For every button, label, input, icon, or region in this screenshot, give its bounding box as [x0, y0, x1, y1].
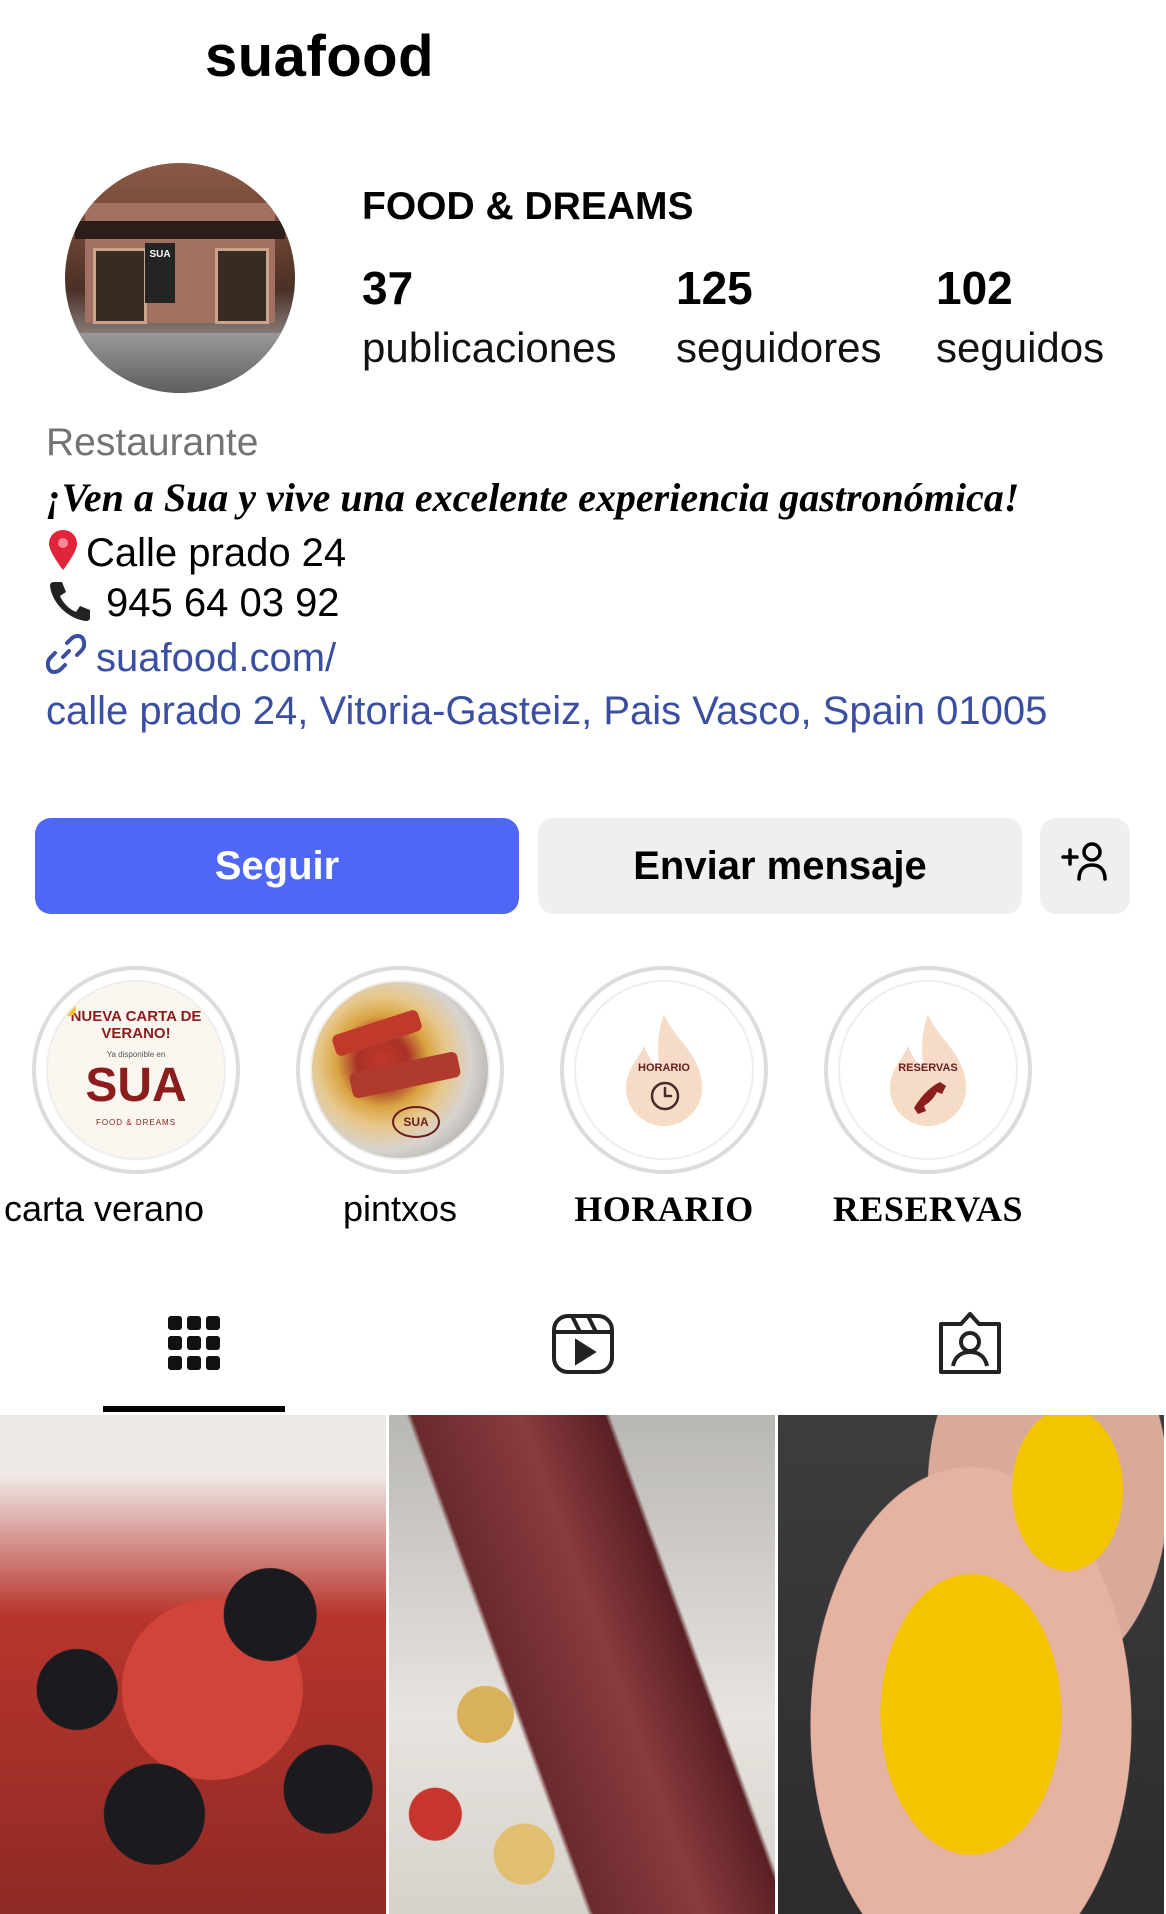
stat-following-label: seguidos — [936, 324, 1105, 371]
stat-posts-count: 37 — [362, 262, 414, 314]
follow-button[interactable]: Seguir — [35, 818, 519, 914]
avatar-awning — [75, 221, 285, 239]
bio-address-line: Calle prado 24 — [46, 528, 346, 578]
address-text: Calle prado 24 — [86, 531, 347, 575]
grid-icon — [168, 1316, 220, 1370]
highlight-horario[interactable]: HORARIO HORARIO — [560, 966, 768, 1227]
profile-display-name: FOOD & DREAMS — [362, 185, 694, 228]
clock-icon — [650, 1081, 680, 1111]
highlight-cover: HORARIO — [574, 980, 754, 1160]
reels-icon — [552, 1314, 614, 1374]
highlight-carta-verano[interactable]: NUEVA CARTA DE VERANO! Ya disponible en … — [4, 966, 240, 1227]
scallops-photo — [778, 1415, 1164, 1914]
highlight-cover: RESERVAS — [838, 980, 1018, 1160]
highlight-pintxos[interactable]: SUA pintxos — [296, 966, 504, 1227]
avatar-window-right — [215, 248, 269, 324]
highlight-ring: NUEVA CARTA DE VERANO! Ya disponible en … — [32, 966, 240, 1174]
message-button[interactable]: Enviar mensaje — [538, 818, 1022, 914]
tagged-icon — [939, 1312, 1001, 1374]
link-icon — [45, 634, 87, 681]
mussels-photo — [0, 1415, 386, 1914]
pin-icon — [46, 528, 80, 578]
highlight-label: carta verano — [3, 1188, 205, 1229]
tab-tagged[interactable] — [937, 1310, 1003, 1381]
grid-post-2[interactable] — [389, 1415, 775, 1914]
cover-title: HORARIO — [638, 1062, 690, 1074]
highlight-label: pintxos — [342, 1188, 458, 1229]
cover-brand: SUA — [85, 1059, 187, 1112]
highlight-ring: RESERVAS — [824, 966, 1032, 1174]
avatar-window-left — [93, 248, 147, 324]
cover-brand: SUA — [392, 1106, 440, 1138]
tab-posts[interactable] — [164, 1310, 224, 1381]
stat-followers-count: 125 — [676, 262, 753, 314]
highlight-reservas[interactable]: RESERVAS RESERVAS — [824, 966, 1032, 1227]
stat-following[interactable]: 102 seguidos — [936, 265, 1104, 369]
suggest-people-button[interactable] — [1040, 818, 1130, 914]
website-link[interactable]: suafood.com/ — [45, 634, 337, 681]
stat-posts-label: publicaciones — [362, 324, 617, 371]
pintxo-ham — [348, 1050, 462, 1100]
profile-avatar[interactable]: SUA — [65, 163, 295, 393]
tab-reels[interactable] — [550, 1310, 616, 1381]
stat-posts[interactable]: 37 publicaciones — [362, 265, 617, 369]
bio-phone-line: 945 64 03 92 — [46, 578, 340, 628]
cover-tag: FOOD & DREAMS — [95, 1118, 177, 1127]
stat-followers-label: seguidores — [676, 324, 882, 371]
profile-tagline: ¡Ven a Sua y vive una excelente experien… — [46, 475, 1020, 520]
highlight-ring: SUA — [296, 966, 504, 1174]
add-person-icon — [1059, 839, 1111, 893]
active-tab-indicator — [103, 1406, 285, 1412]
highlight-label: RESERVAS — [832, 1189, 1024, 1229]
phone-text: 945 64 03 92 — [106, 581, 340, 625]
grid-post-3[interactable] — [778, 1415, 1164, 1914]
telephone-icon — [46, 578, 94, 628]
phone-icon — [914, 1082, 946, 1114]
pintxo-ham-2 — [330, 1008, 424, 1058]
cover-title: RESERVAS — [898, 1062, 958, 1074]
website-text: suafood.com/ — [96, 635, 337, 680]
stat-following-count: 102 — [936, 262, 1013, 314]
profile-category: Restaurante — [46, 421, 259, 464]
avatar-ground — [65, 333, 295, 393]
highlight-ring: HORARIO — [560, 966, 768, 1174]
profile-username: suafood — [205, 24, 435, 89]
avatar-sign-text: SUA — [149, 249, 171, 260]
highlight-label: HORARIO — [574, 1189, 754, 1229]
sun-icon — [62, 1002, 76, 1016]
highlight-cover: NUEVA CARTA DE VERANO! Ya disponible en … — [46, 980, 226, 1160]
full-address-link[interactable]: calle prado 24, Vitoria-Gasteiz, Pais Va… — [46, 686, 1126, 736]
grid-post-1[interactable] — [0, 1415, 386, 1914]
stat-followers[interactable]: 125 seguidores — [676, 265, 881, 369]
pintxos-photo: SUA — [310, 980, 490, 1160]
steak-photo — [389, 1415, 775, 1914]
cover-sub: Ya disponible en — [106, 1050, 166, 1059]
avatar-sign: SUA — [145, 243, 175, 303]
